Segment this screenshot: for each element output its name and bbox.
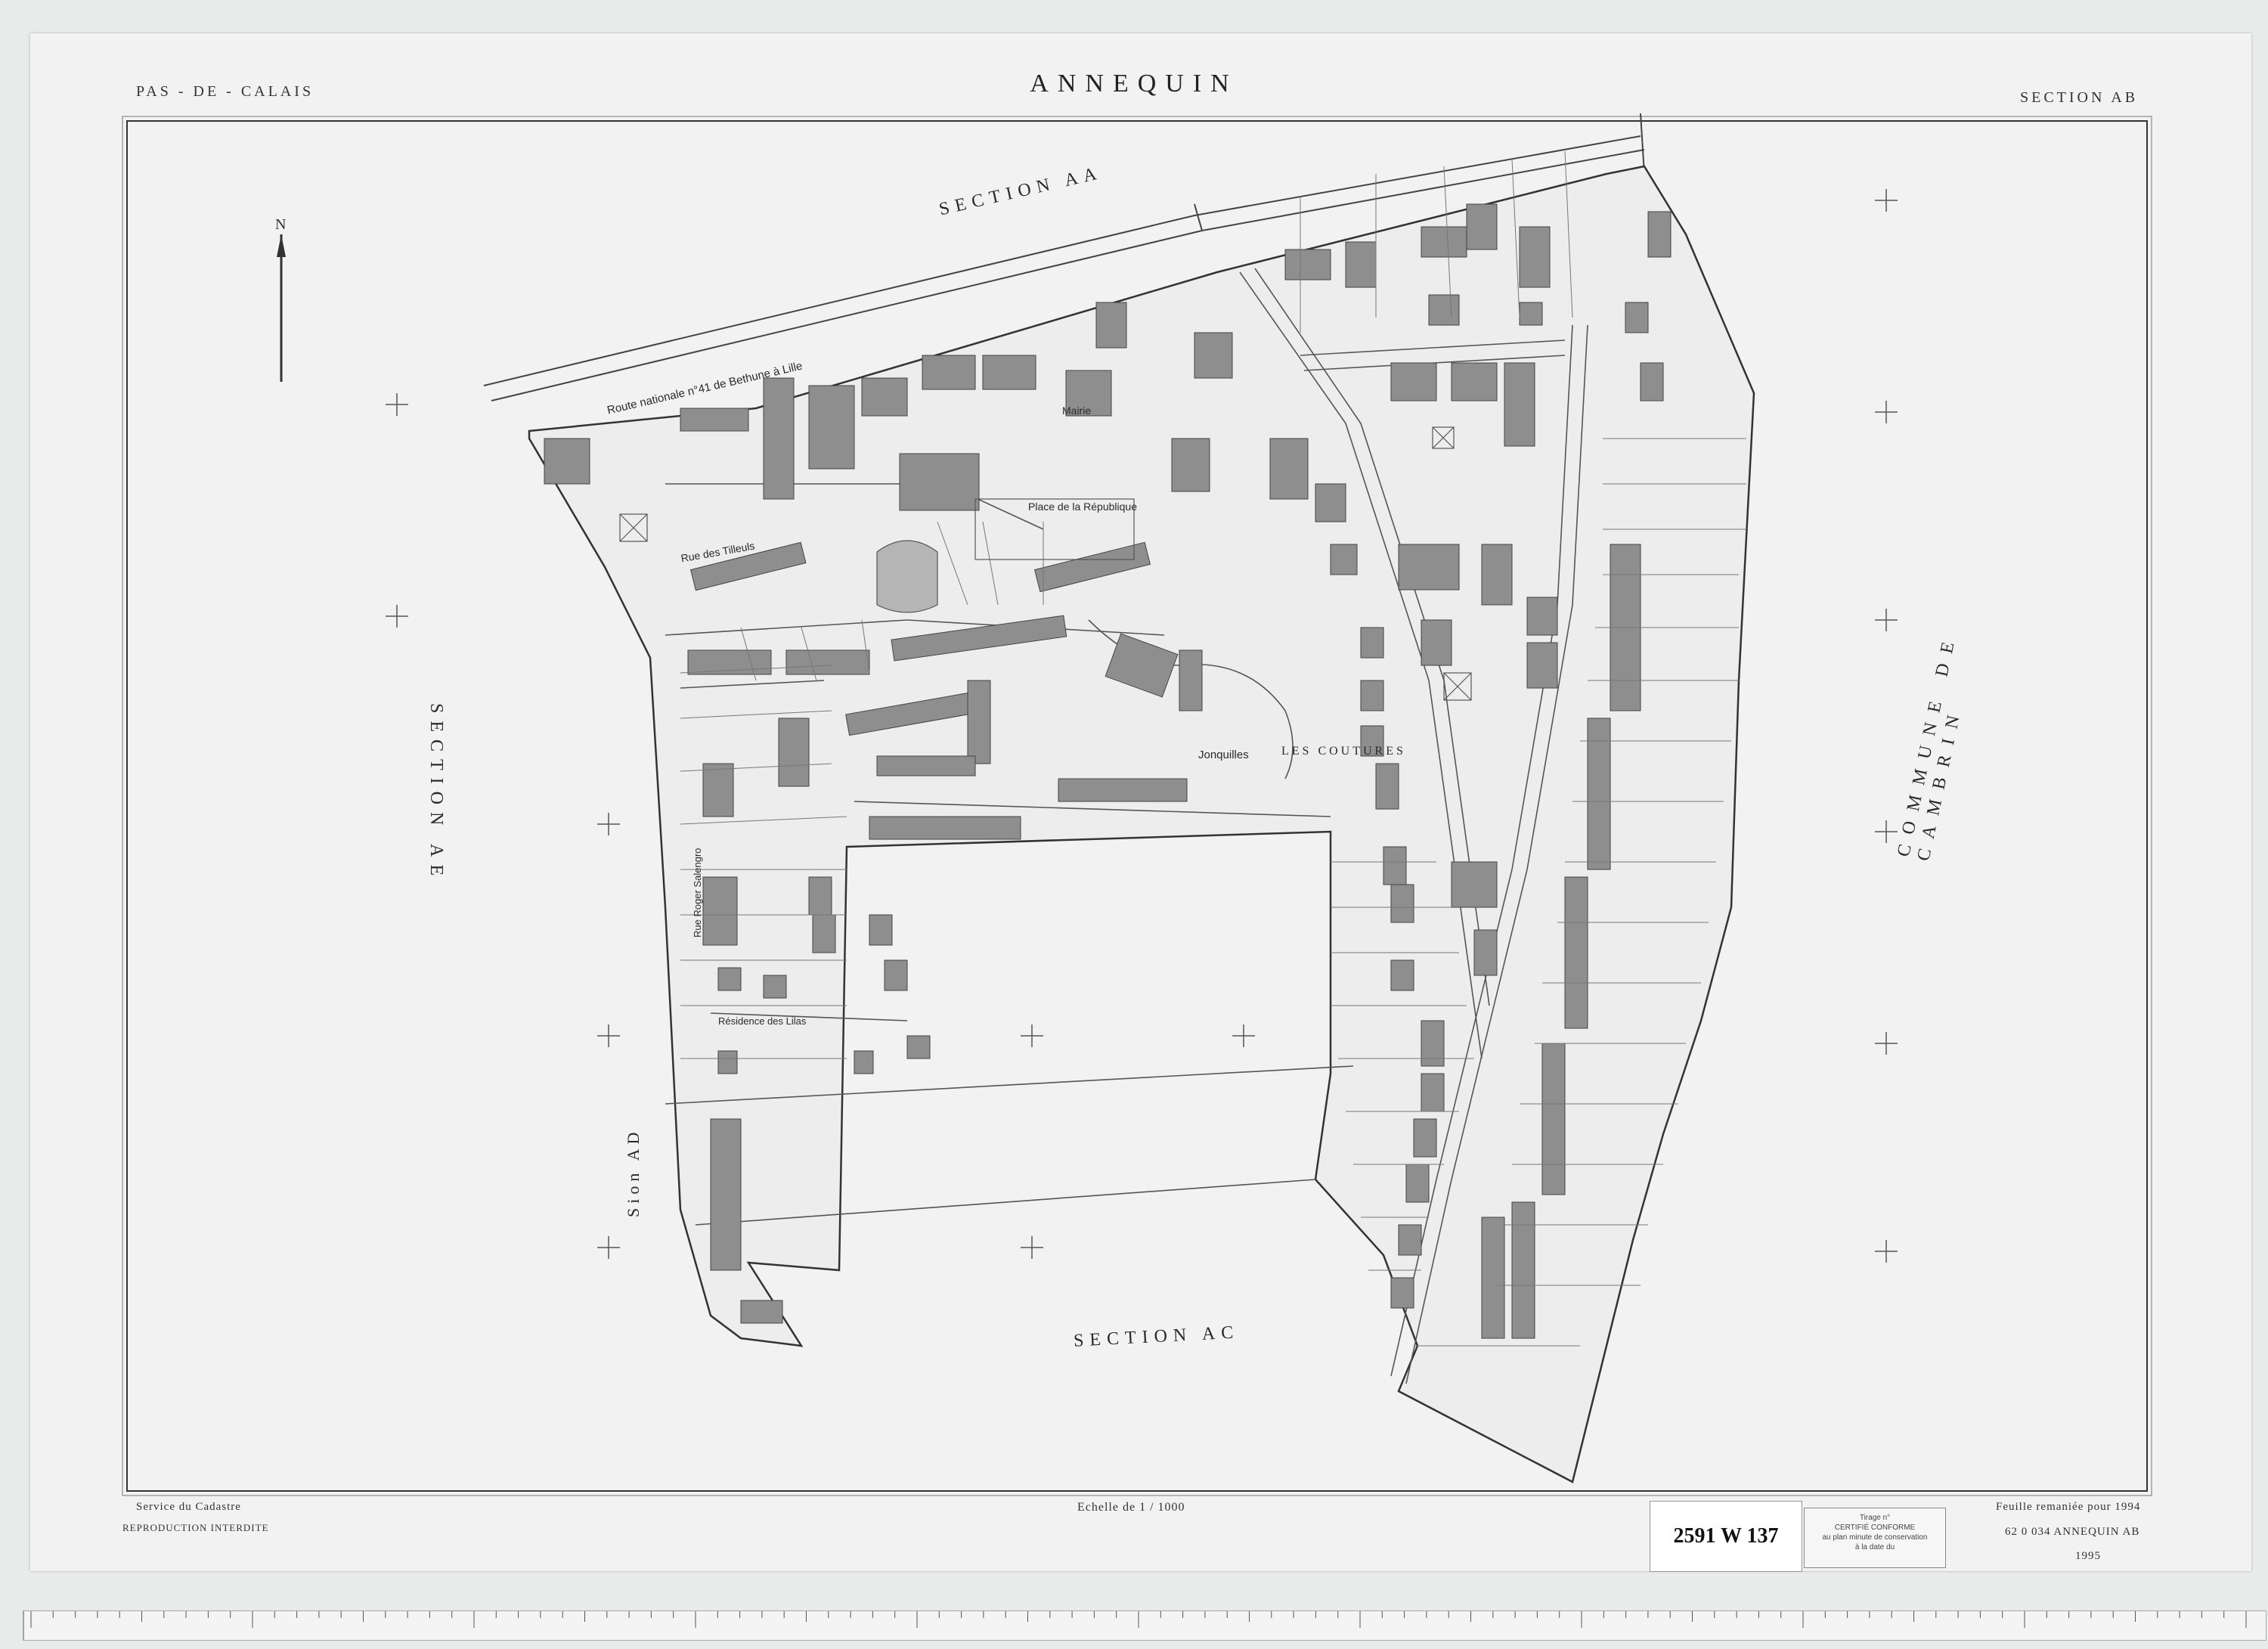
reproduction-label: REPRODUCTION INTERDITE (122, 1522, 269, 1533)
north-arrow-icon (277, 234, 286, 382)
reference-label: 62 0 034 ANNEQUIN AB (2005, 1526, 2140, 1538)
measuring-ruler (23, 1610, 2266, 1641)
echelle-label: Echelle de 1 / 1000 (1077, 1501, 1185, 1514)
archive-cote: 2591 W 137 (1650, 1501, 1802, 1572)
year-label: 1995 (2075, 1550, 2101, 1562)
mairie-label: Mairie (1062, 405, 1092, 417)
residence-lilas-label: Résidence des Lilas (718, 1015, 807, 1027)
certif-line3: à la date du (1854, 1543, 1895, 1551)
jonquilles-label: Jonquilles (1198, 749, 1249, 761)
section-ad-label: Sion AD (624, 1127, 643, 1217)
north-label: N (275, 216, 286, 233)
service-label: Service du Cadastre (136, 1501, 241, 1513)
certification-box: Tirage n° CERTIFIÉ CONFORME au plan minu… (1804, 1508, 1946, 1568)
place-label: Place de la République (1028, 501, 1137, 513)
certif-title: Tirage n° (1859, 1514, 1891, 1522)
feuille-label: Feuille remaniée pour 1994 (1996, 1501, 2141, 1513)
ruler-ticks (23, 1611, 2247, 1640)
section-ae-label: SECTION AE (426, 703, 446, 883)
certif-line1: CERTIFIÉ CONFORME (1834, 1523, 1916, 1532)
certif-line2: au plan minute de conservation (1822, 1533, 1928, 1542)
les-coutures-label: LES COUTURES (1281, 745, 1406, 758)
rue-salengro-label: Rue Roger Salengro (692, 848, 703, 938)
